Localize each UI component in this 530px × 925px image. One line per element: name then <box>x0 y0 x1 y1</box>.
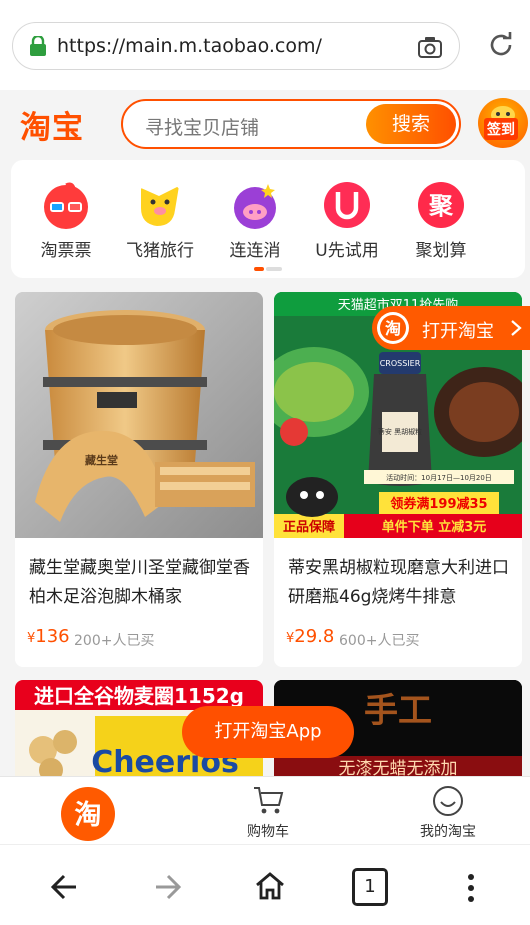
product-image-foot-bucket: 藏生堂 <box>15 292 263 538</box>
open-taobao-label: 打开淘宝 <box>422 321 494 342</box>
search-button[interactable]: 搜索 <box>366 104 456 144</box>
taopiaopiao-icon <box>44 182 88 229</box>
tab-switcher-button[interactable]: 1 <box>352 868 388 906</box>
taobao-logo-icon: 淘 <box>377 312 409 344</box>
category-label: 聚划算 <box>415 241 467 261</box>
partial-category-icon <box>510 180 525 230</box>
category-item[interactable]: 聚 聚划算 <box>391 178 491 268</box>
reload-icon[interactable] <box>486 30 516 60</box>
camera-icon[interactable] <box>417 35 443 59</box>
tab-my-taobao-label: 我的淘宝 <box>420 824 476 840</box>
search-box[interactable]: 寻找宝贝店铺 搜索 <box>121 99 461 149</box>
open-taobao-tab[interactable]: 淘 打开淘宝 <box>372 306 530 350</box>
category-item[interactable]: 淘票票 <box>16 178 116 268</box>
home-glyph: 淘 <box>75 800 102 831</box>
more-menu-icon[interactable] <box>466 873 476 903</box>
product-card[interactable]: 藏生堂 藏生堂藏奥堂川圣堂藏御堂香柏木足浴泡脚木桶家 ¥136 200+人已买 <box>15 292 263 667</box>
u-trial-icon <box>324 182 370 228</box>
tab-home[interactable]: 淘 <box>60 786 116 842</box>
promo-deal-text: 领券满199减35 <box>390 496 487 512</box>
price-value: 136 <box>35 626 70 647</box>
cereal-title-text: 进口全谷物麦圈1152g <box>34 684 244 708</box>
carousel-indicator <box>254 267 282 271</box>
category-item[interactable]: 小 <box>485 178 525 268</box>
promo-bottom-text: 单件下单 立减3元 <box>382 519 487 535</box>
signin-button[interactable]: 签到 <box>478 98 528 148</box>
handmade-slogan-text: 无漆无蜡无添加 <box>339 759 458 776</box>
promo-date-text: 活动时间：10月17日—10月20日 <box>386 473 492 482</box>
lianlianxiao-icon <box>234 184 276 229</box>
category-item[interactable]: 连连消 <box>205 178 305 268</box>
url-text: https://main.m.taobao.com/ <box>57 35 322 57</box>
grinder-brand-text: CROSSIER <box>380 359 421 368</box>
juhuasuan-glyph: 聚 <box>428 192 454 220</box>
back-arrow-icon[interactable] <box>50 873 80 901</box>
product-sold-count: 600+人已买 <box>339 633 420 649</box>
handmade-top-text: 手工 <box>364 691 432 731</box>
product-price: ¥29.8 <box>286 626 334 647</box>
taobao-home-icon: 淘 <box>61 787 115 841</box>
taobao-logo-glyph: 淘 <box>385 319 401 338</box>
product-image-brand-text: 藏生堂 <box>85 453 118 467</box>
category-label: 连连消 <box>229 241 281 261</box>
open-taobao-app-button[interactable]: 打开淘宝App <box>182 706 354 758</box>
smile-face-icon <box>433 786 463 816</box>
browser-nav-bar: 1 <box>0 844 530 925</box>
tab-cart[interactable]: 购物车 <box>230 783 306 841</box>
taobao-logo[interactable]: 淘宝 <box>20 102 84 147</box>
taobao-header: 淘宝 寻找宝贝店铺 搜索 签到 <box>0 90 530 158</box>
category-label: 飞猪旅行 <box>126 241 194 261</box>
search-input[interactable]: 寻找宝贝店铺 <box>145 113 259 140</box>
url-field[interactable]: https://main.m.taobao.com/ <box>12 22 460 70</box>
forward-arrow-icon[interactable] <box>152 873 182 901</box>
category-label: 淘票票 <box>40 241 92 261</box>
taobao-tab-bar: 淘 购物车 我的淘宝 <box>0 776 530 844</box>
tab-count: 1 <box>364 876 376 897</box>
promo-badge-text: 正品保障 <box>283 519 335 535</box>
price-value: 29.8 <box>294 626 335 647</box>
signin-label: 签到 <box>484 118 518 140</box>
tab-cart-label: 购物车 <box>247 824 289 840</box>
product-title: 藏生堂藏奥堂川圣堂藏御堂香柏木足浴泡脚木桶家 <box>29 558 250 607</box>
lock-icon <box>30 36 46 56</box>
category-item[interactable]: U先试用 <box>297 178 397 268</box>
tab-my-taobao[interactable]: 我的淘宝 <box>408 783 488 841</box>
category-label: 小 <box>485 236 525 261</box>
product-sold-count: 200+人已买 <box>74 633 155 649</box>
shopping-cart-icon <box>254 787 284 814</box>
juhuasuan-icon: 聚 <box>418 182 464 228</box>
product-title: 蒂安黑胡椒粒现磨意大利进口研磨瓶46g烧烤牛排意 <box>288 558 509 607</box>
browser-address-bar: https://main.m.taobao.com/ <box>0 0 530 90</box>
grinder-label-text: 蒂安 黑胡椒粒 <box>378 427 422 436</box>
fliggy-icon <box>141 186 179 226</box>
category-label: U先试用 <box>315 241 379 261</box>
category-strip: 淘票票 飞猪旅行 连连消 U先试用 聚 聚划算 <box>11 160 525 278</box>
product-price: ¥136 <box>27 626 70 647</box>
home-icon[interactable] <box>254 871 286 901</box>
category-item[interactable]: 飞猪旅行 <box>110 178 210 268</box>
chevron-right-icon <box>511 320 522 336</box>
